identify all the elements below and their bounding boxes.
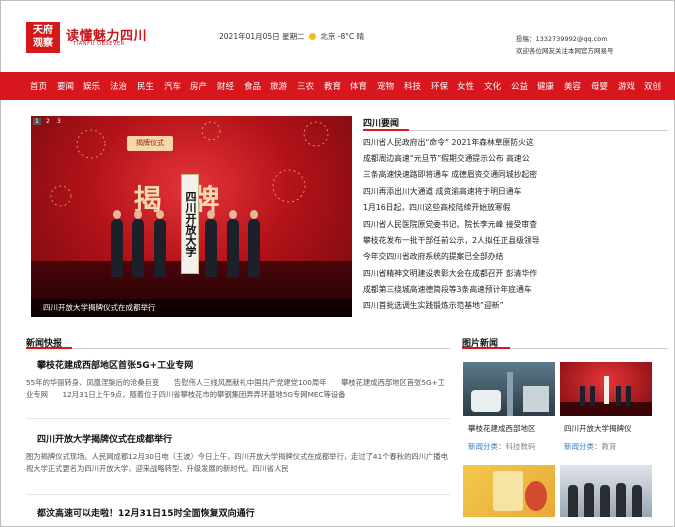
news-link[interactable]: 三条高速快速路即将通车 成德眉资交通同城抄起密: [363, 169, 537, 180]
slider-page-2[interactable]: 2: [44, 118, 52, 125]
picture-category: 新闻分类：教育: [564, 441, 617, 452]
nav-item[interactable]: 游戏: [618, 80, 635, 92]
quick-news-summary: 图为揭牌仪式现场。人民网成都12月30日电（王波）今日上午，四川开放大学揭牌仪式…: [26, 452, 448, 473]
nav-item[interactable]: 旅游: [270, 80, 287, 92]
nav-item[interactable]: 民生: [137, 80, 154, 92]
quick-news-title[interactable]: 四川开放大学揭牌仪式在成都举行: [37, 432, 172, 445]
date-weather: 2021年01月05日 星期二 北京 -8°C 晴: [219, 31, 364, 42]
person: [111, 210, 123, 277]
nav-item[interactable]: 环保: [431, 80, 448, 92]
slider-page-1[interactable]: 1: [33, 118, 41, 125]
news-link[interactable]: 四川再添出川大通道 成资渝高速将于明日通车: [363, 186, 521, 197]
nav-item[interactable]: 财经: [217, 80, 234, 92]
nav-item[interactable]: 健康: [537, 80, 554, 92]
person: [248, 210, 260, 277]
section-mark: [363, 129, 409, 131]
picture-thumb-yellow[interactable]: [463, 465, 555, 517]
date-text: 2021年01月05日: [219, 32, 280, 41]
news-link[interactable]: 1月16日起，四川这些高校陆续开始放寒假: [363, 202, 510, 213]
divider: [26, 418, 450, 419]
section-mark: [26, 347, 72, 349]
weekday-text: 星期二: [282, 32, 305, 41]
site-header: 天府 观察 读懂魅力四川 TIANFU OBSEVER 2021年01月05日 …: [0, 0, 675, 72]
nav-item[interactable]: 首页: [30, 80, 47, 92]
weather-text: 北京 -8°C 晴: [320, 32, 365, 41]
nav-item[interactable]: 三农: [297, 80, 314, 92]
main-nav: 首页 要闻 娱乐 法治 民生 汽车 房产 财经 食品 旅游 三农 教育 体育 宠…: [0, 72, 675, 100]
news-link[interactable]: 四川首批选调生实践锻炼示范基地”迎新”: [363, 300, 504, 311]
nav-item[interactable]: 美容: [564, 80, 581, 92]
nav-item[interactable]: 科技: [404, 80, 421, 92]
news-link[interactable]: 四川省人民医院原党委书记、院长李元峰 接受审查: [363, 219, 537, 230]
news-link[interactable]: 四川省人民政府出“命令” 2021年森林草原防火这: [363, 137, 534, 148]
nav-item[interactable]: 汽车: [164, 80, 181, 92]
section-mark: [462, 347, 510, 349]
divider: [26, 494, 450, 495]
nav-item[interactable]: 要闻: [57, 80, 74, 92]
picture-thumb-ceremony[interactable]: [560, 362, 652, 416]
picture-caption[interactable]: 攀枝花建成西部地区: [468, 423, 536, 434]
plaque: 四川开放大学: [181, 174, 199, 274]
news-link[interactable]: 成都周边高速“元旦节”假期交通提示公布 高速公: [363, 153, 530, 164]
contact-note: 欢迎各位网友关注本网官方网易号: [516, 47, 614, 55]
category-label: 新闻分类：: [564, 442, 602, 451]
news-link[interactable]: 四川省精神文明建设表彰大会在成都召开 彭清华作: [363, 268, 537, 279]
quick-news-summary: 55年的华丽转身、凤凰涅槃后的沧桑巨变 告慰伟人三线风愿献礼中国共产党建党100…: [26, 378, 446, 399]
picture-category: 新闻分类：科技数码: [468, 441, 536, 452]
picture-caption[interactable]: 四川开放大学揭牌仪: [564, 423, 632, 434]
nav-item[interactable]: 女性: [457, 80, 474, 92]
nav-item[interactable]: 文化: [484, 80, 501, 92]
news-link[interactable]: 攀枝花发布一批干部任前公示，2人拟任正县级领导: [363, 235, 540, 246]
quick-news-title[interactable]: 攀枝花建成西部地区首张5G+工业专网: [37, 358, 193, 371]
logo-mark[interactable]: 天府 观察: [26, 22, 60, 53]
site-subtitle: TIANFU OBSEVER: [73, 41, 125, 47]
nav-item[interactable]: 宠物: [377, 80, 394, 92]
picture-thumb-group[interactable]: [560, 465, 652, 517]
news-link[interactable]: 成都第三绕城高速德简段等3条高速预计年底通车: [363, 284, 532, 295]
sun-icon: [308, 33, 316, 40]
slider-page-3[interactable]: 3: [55, 118, 63, 125]
photo-slider[interactable]: 揭牌仪式 揭牌 四川开放大学 1 2 3 四川开放大学揭牌仪式在成都举行: [31, 116, 352, 317]
slide-banner: 揭牌仪式: [127, 136, 173, 151]
contact-info: 投稿：1332739992@qq.com 欢迎各位网友关注本网官方网易号: [516, 33, 614, 57]
contact-email[interactable]: 投稿：1332739992@qq.com: [516, 33, 614, 45]
picture-thumb-industry[interactable]: [463, 362, 555, 416]
slide-caption[interactable]: 四川开放大学揭牌仪式在成都举行: [31, 299, 352, 317]
nav-item[interactable]: 教育: [324, 80, 341, 92]
section-rule: [26, 348, 450, 349]
nav-item[interactable]: 公益: [511, 80, 528, 92]
quick-news-title[interactable]: 都汶高速可以走啦！12月31日15时全面恢复双向通行: [37, 506, 255, 519]
nav-item[interactable]: 娱乐: [83, 80, 100, 92]
category-value[interactable]: 科技数码: [506, 442, 536, 451]
sichuan-news-heading: 四川要闻: [363, 119, 400, 129]
news-link[interactable]: 今年交四川省政府系统的提案已全部办结: [363, 251, 503, 262]
logo-mark-line1: 天府: [33, 25, 53, 36]
person: [154, 210, 166, 277]
category-label: 新闻分类：: [468, 442, 506, 451]
logo-mark-line2: 观察: [33, 38, 53, 49]
nav-item[interactable]: 法治: [110, 80, 127, 92]
nav-item[interactable]: 体育: [350, 80, 367, 92]
person: [227, 210, 239, 277]
person: [205, 210, 217, 277]
category-value[interactable]: 教育: [602, 442, 617, 451]
nav-item[interactable]: 母婴: [591, 80, 608, 92]
person: [132, 210, 144, 277]
nav-item[interactable]: 房产: [190, 80, 207, 92]
nav-item[interactable]: 食品: [244, 80, 261, 92]
nav-item[interactable]: 双创: [644, 80, 661, 92]
